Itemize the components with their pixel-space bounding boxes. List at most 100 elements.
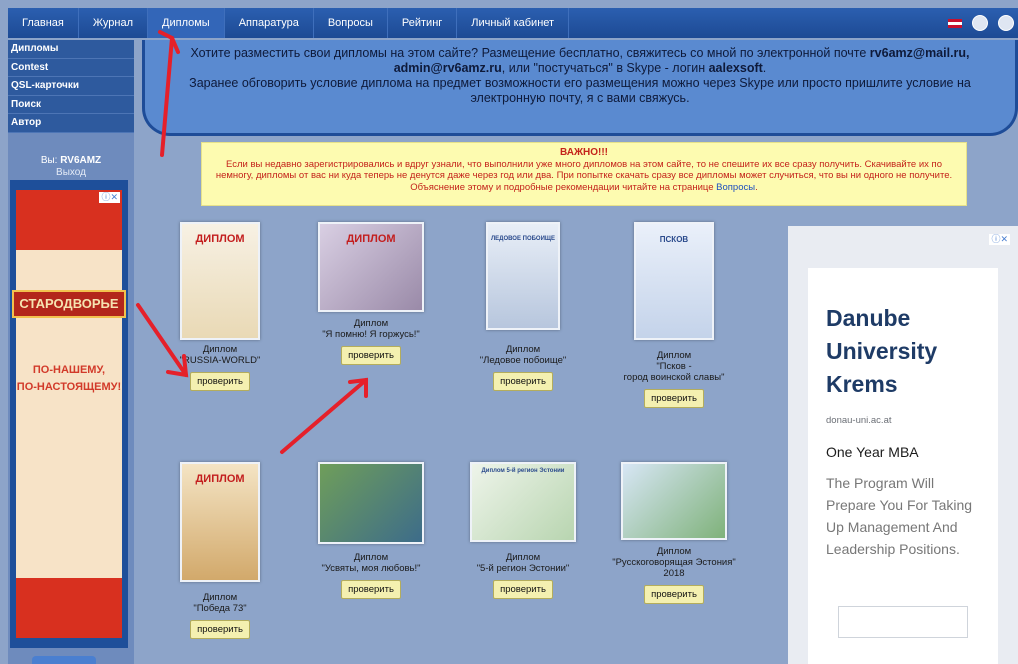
- diploma-name: "Ледовое побоище": [479, 355, 567, 366]
- ad-subheading: One Year MBA: [826, 444, 919, 460]
- diploma-name: "Победа 73": [193, 603, 247, 614]
- check-button[interactable]: проверить: [341, 580, 401, 599]
- username: RV6AMZ: [60, 154, 102, 166]
- user-block: Вы: RV6AMZ Выход: [8, 155, 134, 179]
- nav-item-equipment[interactable]: Аппаратура: [225, 8, 314, 38]
- ad-slogan: ПО-НАШЕМУ, ПО-НАСТОЯЩЕМУ!: [16, 362, 122, 396]
- questions-link[interactable]: Вопросы: [716, 182, 755, 193]
- warning-title: ВАЖНО!!!: [560, 147, 608, 158]
- banner-text4: Заранее обговорить условие диплома на пр…: [189, 76, 971, 105]
- info-banner: Хотите разместить свои дипломы на этом с…: [142, 40, 1018, 136]
- arrow-up-right-head: [348, 377, 368, 398]
- nav-item-account[interactable]: Личный кабинет: [457, 8, 570, 38]
- user-prefix: Вы:: [40, 154, 58, 166]
- ad-headline-2: University: [826, 338, 938, 364]
- diploma-card: Диплом 5-й регион Эстонии Диплом "5-й ре…: [453, 462, 593, 599]
- diploma-thumbnail[interactable]: [621, 462, 727, 540]
- banner-text3: .: [762, 61, 767, 75]
- user-icon[interactable]: [998, 15, 1014, 31]
- diploma-name: "Псков -: [656, 361, 692, 372]
- diploma-name: "Русскоговорящая Эстония": [612, 557, 736, 568]
- banner-skype: aalexsoft: [708, 61, 763, 75]
- check-button[interactable]: проверить: [493, 580, 553, 599]
- diploma-name: "Я помню! Я горжусь!": [322, 329, 420, 340]
- diploma-thumbnail[interactable]: Диплом 5-й регион Эстонии: [470, 462, 576, 542]
- thumb-title: ПСКОВ: [659, 235, 689, 244]
- diploma-label: Диплом: [202, 592, 238, 603]
- sidebar-item-contest[interactable]: Contest: [8, 59, 134, 78]
- nav-item-journal[interactable]: Журнал: [79, 8, 149, 38]
- nav-item-questions[interactable]: Вопросы: [314, 8, 388, 38]
- check-button[interactable]: проверить: [341, 346, 401, 365]
- diploma-name: "RUSSIA-WORLD": [179, 355, 261, 366]
- uk-flag-icon[interactable]: [948, 18, 962, 28]
- sidebar-item-search[interactable]: Поиск: [8, 96, 134, 115]
- sidebar-item-qsl[interactable]: QSL-карточки: [8, 77, 134, 96]
- diploma-card: ДИПЛОМ Диплом "Победа 73" проверить: [150, 462, 290, 639]
- sidebar-menu: Дипломы Contest QSL-карточки Поиск Автор: [8, 40, 134, 133]
- sidebar-advertisement[interactable]: ⓘ✕ СТАРОДВОРЬЕ ПО-НАШЕМУ, ПО-НАСТОЯЩЕМУ!: [10, 180, 128, 648]
- diploma-thumbnail[interactable]: ДИПЛОМ: [180, 222, 260, 340]
- ad-info-icon[interactable]: ⓘ✕: [989, 234, 1010, 245]
- diploma-label: Диплом: [505, 344, 541, 355]
- diploma-year: 2018: [663, 568, 685, 579]
- diploma-card: ДИПЛОМ Диплом "RUSSIA-WORLD" проверить: [150, 222, 290, 391]
- banner-email2: admin@rv6amz.ru: [393, 61, 502, 75]
- thumb-title: ДИПЛОМ: [195, 233, 245, 245]
- diploma-thumbnail[interactable]: ЛЕДОВОЕ ПОБОИЩЕ: [486, 222, 560, 330]
- warning-box: ВАЖНО!!! Если вы недавно зарегистрировал…: [201, 142, 967, 206]
- banner-text1: Хотите разместить свои дипломы на этом с…: [190, 46, 870, 60]
- diploma-label: Диплом: [202, 344, 238, 355]
- thumb-title: ДИПЛОМ: [346, 233, 396, 245]
- arrow-up-right: [280, 378, 368, 454]
- banner-email1: rv6amz@mail.ru,: [869, 46, 970, 60]
- thumb-title: Диплом 5-й регион Эстонии: [481, 468, 565, 474]
- logout-link[interactable]: Выход: [8, 167, 134, 179]
- ad-slogan-line2: ПО-НАСТОЯЩЕМУ!: [16, 381, 122, 393]
- diploma-name: "Усвяты, моя любовь!": [321, 563, 421, 574]
- thumb-title: ДИПЛОМ: [195, 473, 245, 485]
- ad-headline-3: Krems: [826, 371, 898, 397]
- diploma-card: ДИПЛОМ Диплом "Я помню! Я горжусь!" пров…: [301, 222, 441, 365]
- diploma-thumbnail[interactable]: ДИПЛОМ: [180, 462, 260, 582]
- diploma-thumbnail[interactable]: [318, 462, 424, 544]
- check-button[interactable]: проверить: [190, 620, 250, 639]
- diploma-card: ЛЕДОВОЕ ПОБОИЩЕ Диплом "Ледовое побоище"…: [453, 222, 593, 391]
- check-button[interactable]: проверить: [493, 372, 553, 391]
- sidebar-item-author[interactable]: Автор: [8, 114, 134, 133]
- diploma-label: Диплом: [656, 350, 692, 361]
- ad-cta-box[interactable]: [838, 606, 968, 638]
- ad-card: Danube University Krems donau-uni.ac.at …: [808, 268, 998, 664]
- sidebar-bottom-widget[interactable]: [32, 656, 96, 664]
- warning-end: .: [755, 181, 758, 193]
- sidebar-item-diplomas[interactable]: Дипломы: [8, 40, 134, 59]
- ad-domain: donau-uni.ac.at: [826, 415, 892, 426]
- ad-body-text: The Program Will Prepare You For Taking …: [826, 475, 973, 557]
- check-button[interactable]: проверить: [190, 372, 250, 391]
- nav-right-icons: [948, 8, 1018, 38]
- sidebar: Дипломы Contest QSL-карточки Поиск Автор…: [8, 40, 134, 664]
- right-advertisement[interactable]: ⓘ✕ Danube University Krems donau-uni.ac.…: [788, 226, 1018, 664]
- thumb-title: ЛЕДОВОЕ ПОБОИЩЕ: [490, 236, 556, 242]
- top-navigation: Главная Журнал Дипломы Аппаратура Вопрос…: [8, 8, 1018, 38]
- nav-item-diplomas[interactable]: Дипломы: [148, 8, 225, 38]
- diploma-card: Диплом "Русскоговорящая Эстония" 2018 пр…: [604, 462, 744, 604]
- diploma-thumbnail[interactable]: ПСКОВ: [634, 222, 714, 340]
- diploma-label: Диплом: [656, 546, 692, 557]
- warning-text: Если вы недавно зарегистрировались и вдр…: [215, 158, 953, 193]
- nav-item-rating[interactable]: Рейтинг: [388, 8, 458, 38]
- print-icon[interactable]: [972, 15, 988, 31]
- diploma-label: Диплом: [353, 552, 389, 563]
- diploma-card: Диплом "Усвяты, моя любовь!" проверить: [301, 462, 441, 599]
- check-button[interactable]: проверить: [644, 585, 704, 604]
- diploma-label: Диплом: [353, 318, 389, 329]
- ad-logo: СТАРОДВОРЬЕ: [12, 290, 126, 318]
- diploma-label: Диплом: [505, 552, 541, 563]
- diploma-card: ПСКОВ Диплом "Псков - город воинской сла…: [604, 222, 744, 408]
- diploma-name: "5-й регион Эстонии": [476, 563, 570, 574]
- nav-item-home[interactable]: Главная: [8, 8, 79, 38]
- check-button[interactable]: проверить: [644, 389, 704, 408]
- ad-slogan-line1: ПО-НАШЕМУ,: [32, 364, 106, 376]
- ad-close-icon[interactable]: ⓘ✕: [99, 192, 120, 203]
- diploma-thumbnail[interactable]: ДИПЛОМ: [318, 222, 424, 312]
